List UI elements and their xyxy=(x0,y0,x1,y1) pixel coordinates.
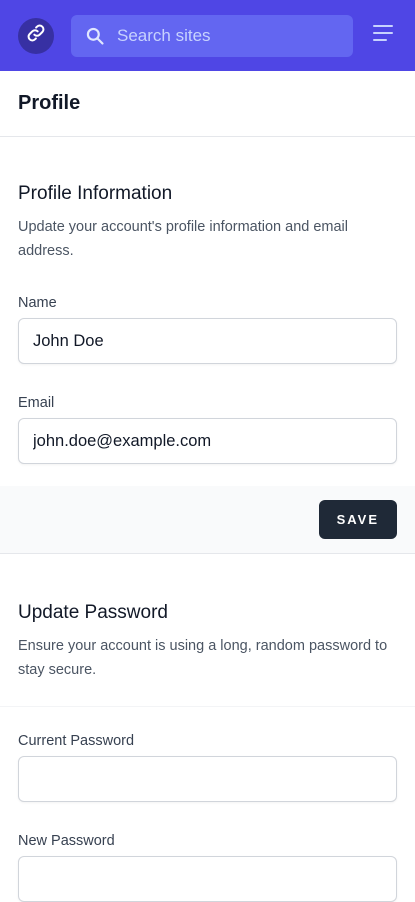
link-icon xyxy=(26,23,46,48)
current-password-form-group: Current Password xyxy=(18,733,397,802)
section-title: Profile Information xyxy=(18,183,173,204)
current-password-field[interactable] xyxy=(18,756,397,802)
hamburger-menu-icon xyxy=(372,24,394,47)
profile-actions: SAVE xyxy=(0,486,415,554)
new-password-field[interactable] xyxy=(18,856,397,902)
profile-form: Name Email xyxy=(0,263,415,486)
search-box[interactable] xyxy=(71,14,353,57)
section-description: Ensure your account is using a long, ran… xyxy=(18,638,388,678)
name-field[interactable] xyxy=(18,318,397,364)
new-password-label: New Password xyxy=(18,833,115,849)
profile-information-header: Profile Information Update your account'… xyxy=(0,137,415,263)
new-password-form-group: New Password xyxy=(18,833,397,902)
section-description: Update your account's profile informatio… xyxy=(18,219,349,259)
email-form-group: Email xyxy=(18,395,397,464)
search-input[interactable] xyxy=(115,24,339,47)
menu-button[interactable] xyxy=(369,22,397,50)
page-title: Profile xyxy=(18,92,81,114)
update-password-header: Update Password Ensure your account is u… xyxy=(0,554,415,707)
email-field[interactable] xyxy=(18,418,397,464)
name-label: Name xyxy=(18,295,57,311)
save-button[interactable]: SAVE xyxy=(318,500,397,539)
section-title: Update Password xyxy=(18,602,168,623)
email-label: Email xyxy=(18,395,55,411)
page-header: Profile xyxy=(0,71,415,137)
current-password-label: Current Password xyxy=(18,733,135,749)
password-form: Current Password New Password xyxy=(0,707,415,902)
profile-information-section: Profile Information Update your account'… xyxy=(0,137,415,554)
app-logo[interactable] xyxy=(18,17,54,54)
top-navigation-bar xyxy=(0,0,415,71)
search-icon xyxy=(85,26,105,46)
name-form-group: Name xyxy=(18,295,397,364)
update-password-section: Update Password Ensure your account is u… xyxy=(0,554,415,902)
